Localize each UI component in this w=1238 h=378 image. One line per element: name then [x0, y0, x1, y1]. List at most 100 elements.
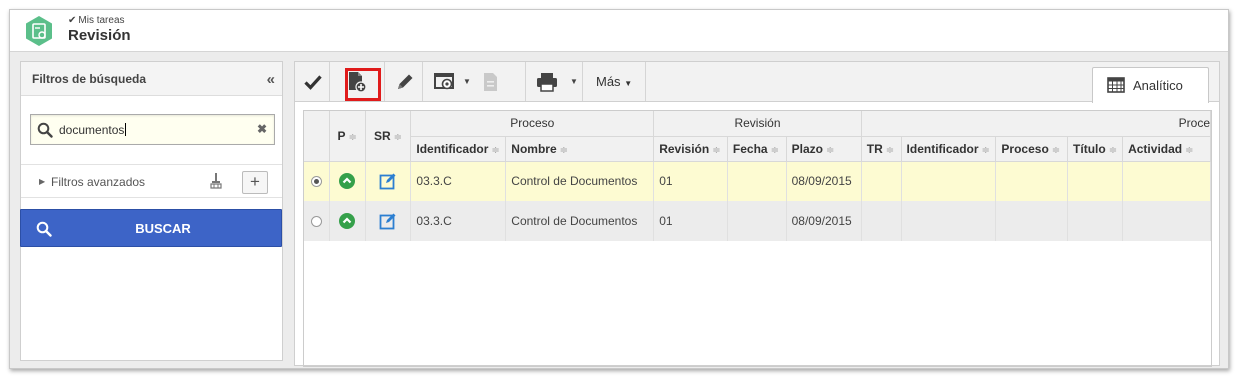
group-header-row: P ≑ SR ≑ Proceso Revisión Proce: [304, 111, 1211, 162]
app-logo-icon: [26, 16, 52, 46]
results-table: P ≑ SR ≑ Proceso Revisión Proce Identifica…: [304, 111, 1211, 241]
cell-plazo: 08/09/2015: [786, 161, 862, 201]
cell-identificador-2: [901, 161, 997, 201]
sort-icon[interactable]: ≑: [491, 145, 499, 156]
chevron-down-icon[interactable]: ▼: [463, 77, 471, 86]
breadcrumb-label[interactable]: Mis tareas: [78, 15, 124, 26]
view-window-icon[interactable]: [434, 72, 456, 92]
cell-tr: [861, 201, 902, 241]
chevron-up-icon: [339, 213, 356, 229]
cell-revision: 01: [653, 201, 728, 241]
cell-nombre: Control de Documentos: [505, 161, 655, 201]
sort-icon[interactable]: ≑: [886, 145, 894, 156]
printer-icon: [537, 73, 557, 92]
group-header-proceso: Proceso: [410, 111, 655, 137]
priority-cell: [329, 161, 366, 201]
column-header-tr[interactable]: TR ≑: [861, 136, 902, 162]
print-button[interactable]: ▼: [526, 62, 583, 101]
tab-analitico[interactable]: Analítico: [1092, 67, 1209, 103]
edit-record-icon[interactable]: [379, 172, 397, 190]
cell-fecha: [727, 201, 787, 241]
sort-icon[interactable]: ≑: [560, 145, 568, 156]
column-header-identificador-2[interactable]: Identificador ≑: [901, 136, 997, 162]
column-header-nombre[interactable]: Nombre ≑: [505, 136, 655, 162]
search-input[interactable]: documentos ✖: [30, 114, 275, 145]
advanced-filters-label[interactable]: Filtros avanzados: [51, 175, 145, 189]
sort-icon[interactable]: ≑: [1052, 145, 1060, 156]
page-header: ✔ Mis tareas Revisión: [10, 10, 1228, 52]
sort-icon[interactable]: ≑: [982, 145, 990, 156]
column-header-sr[interactable]: SR ≑: [365, 111, 412, 162]
more-menu-button[interactable]: Más ▼: [596, 74, 632, 89]
column-header-fecha[interactable]: Fecha ≑: [727, 136, 787, 162]
cell-fecha: [727, 161, 787, 201]
more-menu-label[interactable]: Más: [596, 74, 621, 89]
cell-identificador: 03.3.C: [410, 161, 507, 201]
checkmark-icon: [304, 75, 322, 90]
tab-analitico-label[interactable]: Analítico: [1133, 78, 1183, 93]
chevron-down-icon: ▼: [624, 79, 633, 88]
row-select-cell[interactable]: [304, 201, 330, 241]
chevron-down-icon[interactable]: ▼: [570, 77, 578, 86]
add-filter-button[interactable]: +: [242, 171, 268, 194]
search-icon: [37, 122, 53, 138]
cell-titulo: [1067, 201, 1124, 241]
advanced-filters-row[interactable]: ▶ Filtros avanzados +: [21, 164, 282, 198]
cell-plazo: 08/09/2015: [786, 201, 862, 241]
complete-button[interactable]: [295, 62, 330, 101]
cell-identificador: 03.3.C: [410, 201, 507, 241]
group-header-revision: Revisión: [653, 111, 862, 137]
edit-button[interactable]: [385, 62, 423, 101]
collapse-panel-icon[interactable]: «: [267, 71, 276, 88]
column-header-revision[interactable]: Revisión ≑: [653, 136, 728, 162]
sr-cell[interactable]: [365, 161, 412, 201]
view-tools-group: ▼: [423, 62, 526, 101]
app-window: ✔ Mis tareas Revisión Filtros de búsqueda…: [9, 9, 1229, 369]
cell-tr: [861, 161, 902, 201]
cell-proceso: [995, 201, 1069, 241]
table-row[interactable]: 03.3.C Control de Documentos 01 08/09/20…: [304, 201, 1211, 241]
cell-proceso: [995, 161, 1069, 201]
highlight-box: [345, 68, 381, 101]
priority-cell: [329, 201, 366, 241]
cell-nombre: Control de Documentos: [505, 201, 655, 241]
filters-panel-header: Filtros de búsqueda «: [21, 62, 282, 96]
edit-record-icon[interactable]: [379, 212, 397, 230]
main-content: ▼ ▼ Más ▼ Analítico P ≑ SR ≑ Proceso Rev…: [294, 61, 1220, 367]
sr-cell[interactable]: [365, 201, 412, 241]
column-header-actividad[interactable]: Actividad ≑: [1122, 136, 1211, 162]
search-button-label[interactable]: BUSCAR: [21, 221, 281, 236]
chevron-up-icon: [339, 173, 356, 190]
check-icon: ✔: [68, 15, 77, 26]
sort-icon[interactable]: ≑: [771, 145, 779, 156]
expand-arrow-icon[interactable]: ▶: [39, 177, 45, 186]
select-column-header: [304, 111, 330, 162]
page-title: Revisión: [68, 27, 131, 44]
document-disabled-icon: [484, 73, 497, 91]
cell-actividad: [1122, 201, 1211, 241]
table-row[interactable]: 03.3.C Control de Documentos 01 08/09/20…: [304, 161, 1211, 201]
cell-revision: 01: [653, 161, 728, 201]
row-radio[interactable]: [310, 175, 322, 187]
broom-icon[interactable]: [210, 173, 222, 189]
column-header-p[interactable]: P ≑: [329, 111, 366, 162]
clear-search-icon[interactable]: ✖: [257, 122, 267, 136]
column-header-row: Identificador ≑ Nombre ≑ Revisión ≑ Fecha ≑ …: [304, 136, 1211, 162]
toolbar-divider: [645, 62, 646, 101]
sort-icon[interactable]: ≑: [1109, 145, 1117, 156]
search-input-value[interactable]: documentos: [59, 123, 127, 137]
sort-icon[interactable]: ≑: [1185, 145, 1193, 156]
column-header-identificador[interactable]: Identificador ≑: [410, 136, 507, 162]
sort-icon[interactable]: ≑: [712, 145, 720, 156]
column-header-proceso[interactable]: Proceso ≑: [995, 136, 1069, 162]
breadcrumb[interactable]: ✔ Mis tareas: [68, 15, 125, 26]
row-radio[interactable]: [310, 215, 322, 227]
column-header-titulo[interactable]: Título ≑: [1067, 136, 1124, 162]
group-header-proceso-2: Proce: [861, 111, 1211, 137]
sort-icon[interactable]: ≑: [826, 145, 834, 156]
row-select-cell[interactable]: [304, 161, 330, 201]
search-button[interactable]: BUSCAR: [20, 209, 282, 247]
sort-icon[interactable]: ≑: [394, 132, 402, 143]
column-header-plazo[interactable]: Plazo ≑: [786, 136, 862, 162]
sort-icon[interactable]: ≑: [349, 132, 357, 143]
